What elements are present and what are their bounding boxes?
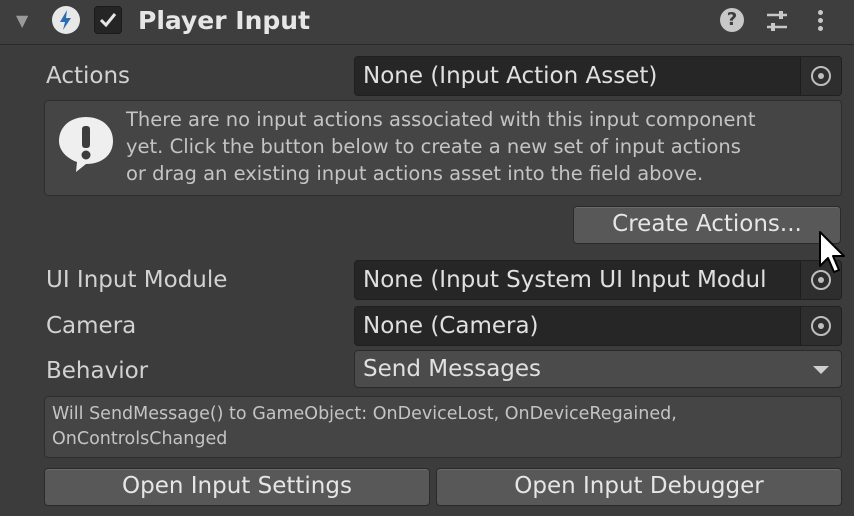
behavior-info-text: Will SendMessage() to GameObject: OnDevi… (52, 402, 836, 452)
info-line: Will SendMessage() to GameObject: OnDevi… (52, 404, 677, 424)
behavior-dropdown[interactable]: Send Messages (354, 350, 842, 388)
camera-field[interactable]: None (Camera) (354, 306, 842, 346)
help-message-line: yet. Click the button below to create a … (126, 135, 741, 158)
open-input-settings-button[interactable]: Open Input Settings (44, 468, 430, 506)
create-actions-button[interactable]: Create Actions... (573, 206, 841, 244)
input-system-icon (52, 6, 80, 34)
object-picker-icon[interactable] (800, 57, 841, 95)
camera-label: Camera (46, 313, 137, 339)
help-message: There are no input actions associated wi… (126, 106, 836, 187)
ui-input-module-label: UI Input Module (46, 267, 228, 293)
info-line: OnControlsChanged (52, 429, 228, 449)
camera-value: None (Camera) (363, 313, 539, 339)
component-title: Player Input (138, 6, 311, 35)
help-message-line: There are no input actions associated wi… (126, 108, 756, 131)
header-divider (0, 44, 854, 45)
enabled-checkbox[interactable] (94, 6, 122, 34)
actions-value: None (Input Action Asset) (363, 63, 658, 89)
help-icon[interactable]: ? (720, 8, 744, 32)
menu-icon[interactable] (812, 8, 830, 34)
open-input-debugger-button[interactable]: Open Input Debugger (436, 468, 842, 506)
help-message-line: or drag an existing input actions asset … (126, 162, 704, 185)
actions-field[interactable]: None (Input Action Asset) (354, 56, 842, 96)
ui-input-module-value: None (Input System UI Input Modul (363, 267, 767, 293)
object-picker-icon[interactable] (800, 307, 841, 345)
warning-icon (56, 114, 116, 174)
foldout-arrow-icon[interactable]: ▼ (16, 12, 34, 30)
presets-icon[interactable] (764, 8, 790, 34)
dropdown-arrow-icon (813, 366, 829, 374)
behavior-value: Send Messages (363, 356, 542, 382)
behavior-label: Behavior (46, 358, 149, 384)
ui-input-module-field[interactable]: None (Input System UI Input Modul (354, 260, 842, 300)
mouse-cursor-icon (818, 230, 848, 276)
actions-label: Actions (46, 63, 131, 89)
